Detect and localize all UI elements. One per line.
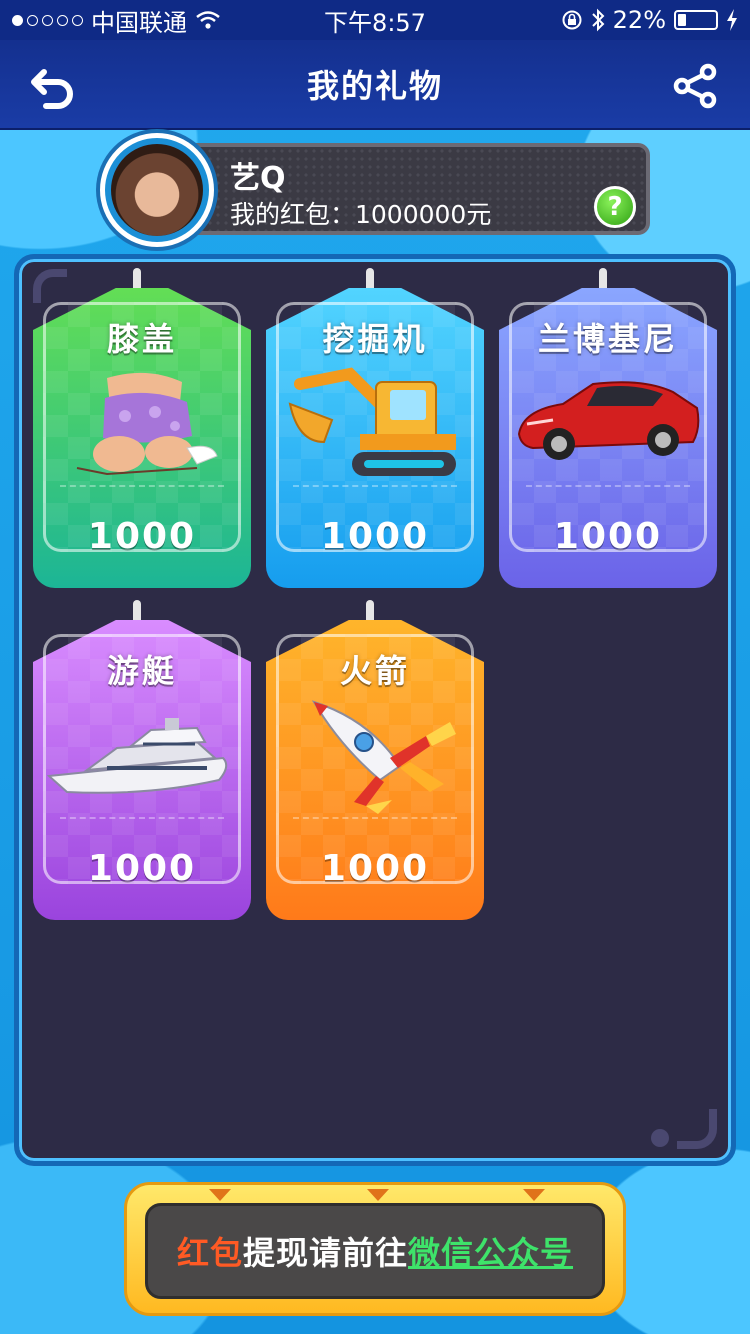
gift-name: 挖掘机	[322, 320, 428, 358]
yacht-icon	[47, 718, 228, 794]
gift-card-excavator[interactable]: 挖掘机 1000	[266, 268, 484, 590]
sports-car-icon	[517, 381, 700, 460]
wifi-icon	[196, 11, 220, 29]
gift-price: 1000	[320, 516, 430, 557]
help-button[interactable]: ?	[594, 186, 636, 228]
gift-price: 1000	[87, 516, 197, 557]
nav-bar: 我的礼物	[0, 40, 750, 130]
gift-name: 游艇	[106, 652, 177, 690]
red-packet-balance: 我的红包：1000000元	[230, 200, 492, 229]
gift-name: 兰博基尼	[537, 320, 678, 358]
bluetooth-icon	[591, 8, 605, 32]
share-button[interactable]	[672, 62, 720, 110]
battery-percent: 22%	[612, 6, 666, 34]
gift-card-sports-car[interactable]: 兰博基尼 1000	[499, 268, 717, 590]
user-name: 艺Q	[230, 161, 286, 196]
gift-card-yacht[interactable]: 游艇 1000	[33, 600, 251, 922]
avatar[interactable]	[100, 133, 214, 247]
gift-price: 1000	[553, 516, 663, 557]
rotation-lock-icon	[562, 10, 582, 30]
gift-price: 1000	[87, 848, 197, 889]
signal-strength-icon	[12, 14, 83, 26]
withdraw-banner[interactable]: 红包 提现请前往 微信公众号	[124, 1182, 626, 1316]
back-button[interactable]	[30, 62, 78, 110]
page-title: 我的礼物	[306, 67, 443, 105]
carrier-label: 中国联通	[91, 8, 187, 37]
profile-card: 艺Q 我的红包：1000000元 ?	[100, 133, 650, 247]
wechat-official-account-link[interactable]: 微信公众号	[408, 1228, 573, 1274]
excavator-icon	[288, 367, 456, 476]
banner-white-text: 提现请前往	[242, 1234, 408, 1272]
knee-icon	[76, 372, 218, 476]
gift-card-knee[interactable]: 膝盖 1000	[33, 268, 251, 590]
gift-price: 1000	[320, 848, 430, 889]
gift-name: 火箭	[339, 652, 410, 690]
status-bar: 中国联通 下午8:57 22%	[0, 0, 750, 40]
gift-name: 膝盖	[106, 320, 177, 358]
gift-card-rocket[interactable]: 火箭 1000	[266, 600, 484, 922]
battery-icon	[674, 10, 718, 30]
withdraw-message: 红包 提现请前往 微信公众号	[145, 1203, 605, 1299]
rocket-icon	[311, 700, 456, 814]
banner-red-text: 红包	[176, 1234, 243, 1272]
charging-icon	[727, 9, 737, 31]
